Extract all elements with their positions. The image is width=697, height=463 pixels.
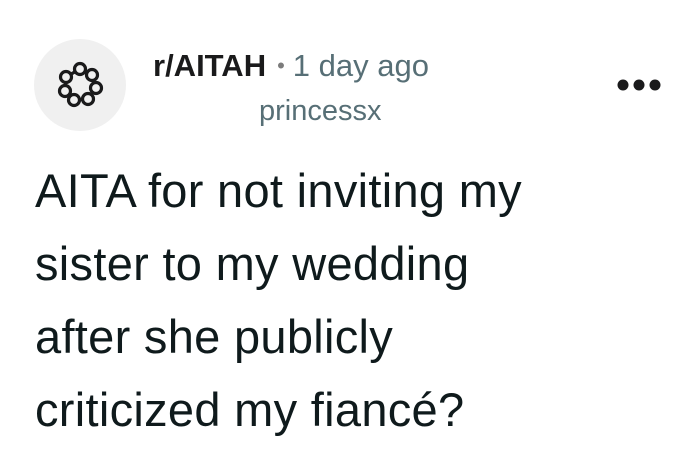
post-title-line: criticized my fiancé? (35, 383, 465, 436)
post-title-line: after she publicly (35, 310, 394, 363)
subreddit-link[interactable]: r/AITAH (153, 48, 266, 84)
post-timestamp: 1 day ago (292, 48, 429, 83)
more-options-button[interactable] (612, 70, 666, 100)
community-ring-icon (57, 61, 104, 108)
post-meta: r/AITAH • 1 day ago (153, 44, 429, 88)
post-title[interactable]: AITA for not inviting my sister to my we… (35, 154, 675, 446)
more-horizontal-icon (617, 79, 661, 91)
subreddit-avatar[interactable] (34, 39, 126, 131)
post-title-line: AITA for not inviting my (35, 164, 522, 217)
meta-separator: • (277, 53, 285, 78)
author-username[interactable]: princessx (259, 95, 382, 128)
post-title-line: sister to my wedding (35, 237, 470, 290)
